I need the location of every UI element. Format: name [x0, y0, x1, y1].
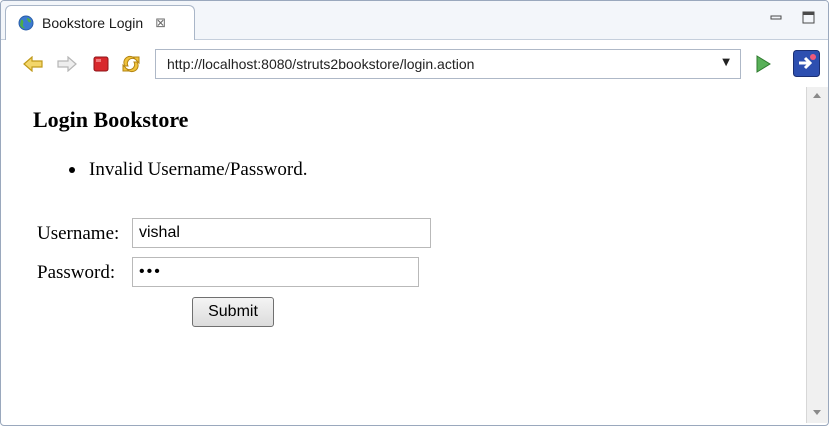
go-icon[interactable]: [753, 54, 773, 74]
browser-window: Bookstore Login ⊠ http://localhost:8080/…: [0, 0, 829, 426]
username-field[interactable]: [132, 218, 431, 248]
forward-icon[interactable]: [57, 54, 77, 74]
scroll-down-icon[interactable]: [813, 410, 821, 415]
globe-icon: [18, 15, 34, 31]
refresh-icon[interactable]: [121, 54, 141, 74]
tab-bar: Bookstore Login ⊠: [1, 1, 828, 40]
submit-button[interactable]: Submit: [192, 297, 274, 327]
error-message-text: Invalid Username/Password.: [89, 159, 308, 180]
scroll-up-icon[interactable]: [813, 93, 821, 98]
tab-bookstore-login[interactable]: Bookstore Login ⊠: [5, 5, 195, 40]
page-title: Login Bookstore: [33, 107, 189, 132]
username-label: Username:: [37, 223, 120, 244]
password-label: Password:: [37, 262, 116, 283]
password-field[interactable]: [132, 257, 419, 287]
address-bar[interactable]: ▼: [155, 49, 741, 79]
stop-icon[interactable]: [91, 54, 111, 74]
minimize-icon[interactable]: [768, 9, 784, 25]
extension-icon[interactable]: [793, 50, 820, 77]
error-message: Invalid Username/Password.: [69, 159, 307, 181]
vertical-scrollbar[interactable]: [806, 87, 828, 423]
page-content: Login Bookstore Invalid Username/Passwor…: [17, 87, 803, 423]
tab-title: Bookstore Login: [42, 15, 144, 31]
url-input[interactable]: [165, 55, 709, 73]
maximize-icon[interactable]: [800, 9, 816, 25]
dropdown-icon[interactable]: ▼: [722, 57, 730, 68]
bullet-icon: [69, 167, 75, 173]
tab-close-icon[interactable]: ⊠: [155, 16, 166, 31]
back-icon[interactable]: [23, 54, 43, 74]
